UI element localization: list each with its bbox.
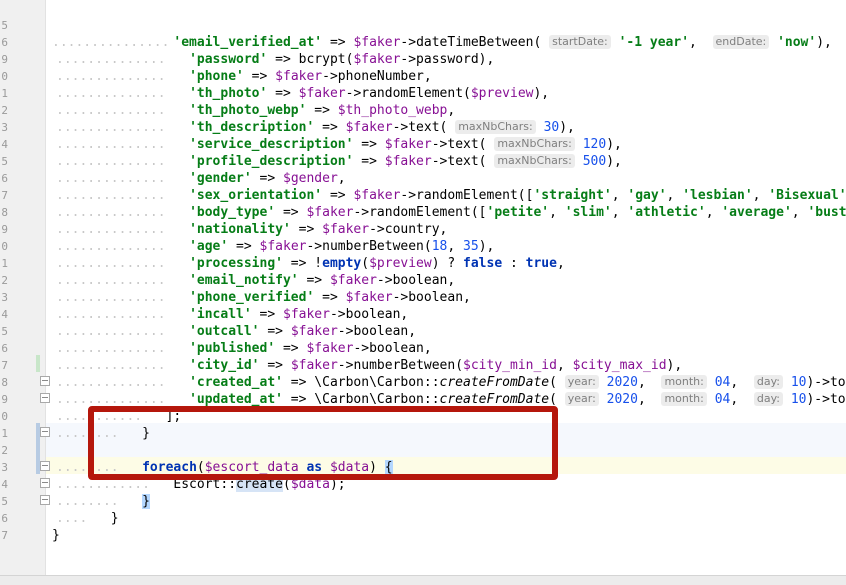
code-line: 5 .............. 'published' => $faker->… bbox=[1, 325, 432, 356]
code-line: 4 .............. 'outcall' => $faker->bo… bbox=[1, 308, 417, 339]
highlight-annotation-box bbox=[88, 406, 558, 480]
code-line: 1 .............. 'th_photo_webp' => $th_… bbox=[1, 87, 456, 118]
code-line: 6 .............. 'sex_orientation' => $f… bbox=[1, 172, 846, 203]
code-line: 1 .............. 'email_notify' => $fake… bbox=[1, 257, 456, 288]
code-line: 6 .............. 'city_id' => $faker->nu… bbox=[1, 342, 683, 373]
code-line: 3 .............. 'service_description' =… bbox=[1, 121, 622, 152]
code-line: 0 .............. 'processing' => !empty(… bbox=[1, 240, 565, 271]
code-line: 3 .............. 'incall' => $faker->boo… bbox=[1, 291, 409, 322]
code-line: 2 .............. 'phone_verified' => $fa… bbox=[1, 274, 471, 305]
code-line: 6 .............. 'password' => bcrypt($f… bbox=[1, 36, 495, 67]
code-line: 7 bbox=[1, 529, 8, 542]
code-line: 2 .............. 'th_description' => $fa… bbox=[1, 104, 575, 135]
code-line: 8 .............. 'nationality' => $faker… bbox=[1, 206, 448, 237]
code-line: 5 ...............'email_verified_at' => … bbox=[1, 19, 832, 50]
code-line: 9 ........... ]; bbox=[1, 393, 182, 424]
code-line: 8 .............. 'updated_at' => \Carbon… bbox=[1, 376, 846, 407]
code-line: 9 .............. 'phone' => $faker->phon… bbox=[1, 53, 432, 84]
code-line: 7 .............. 'created_at' => \Carbon… bbox=[1, 359, 846, 390]
code-line: 6 } bbox=[1, 512, 60, 543]
code-line: 4 .............. 'profile_description' =… bbox=[1, 138, 622, 169]
code-line: 7 .............. 'body_type' => $faker->… bbox=[1, 189, 846, 220]
code-line: 9 .............. 'age' => $faker->number… bbox=[1, 223, 495, 254]
code-line: 0 .............. 'th_photo' => $faker->r… bbox=[1, 70, 550, 101]
code-line: 5 .............. 'gender' => $gender, bbox=[1, 155, 346, 186]
